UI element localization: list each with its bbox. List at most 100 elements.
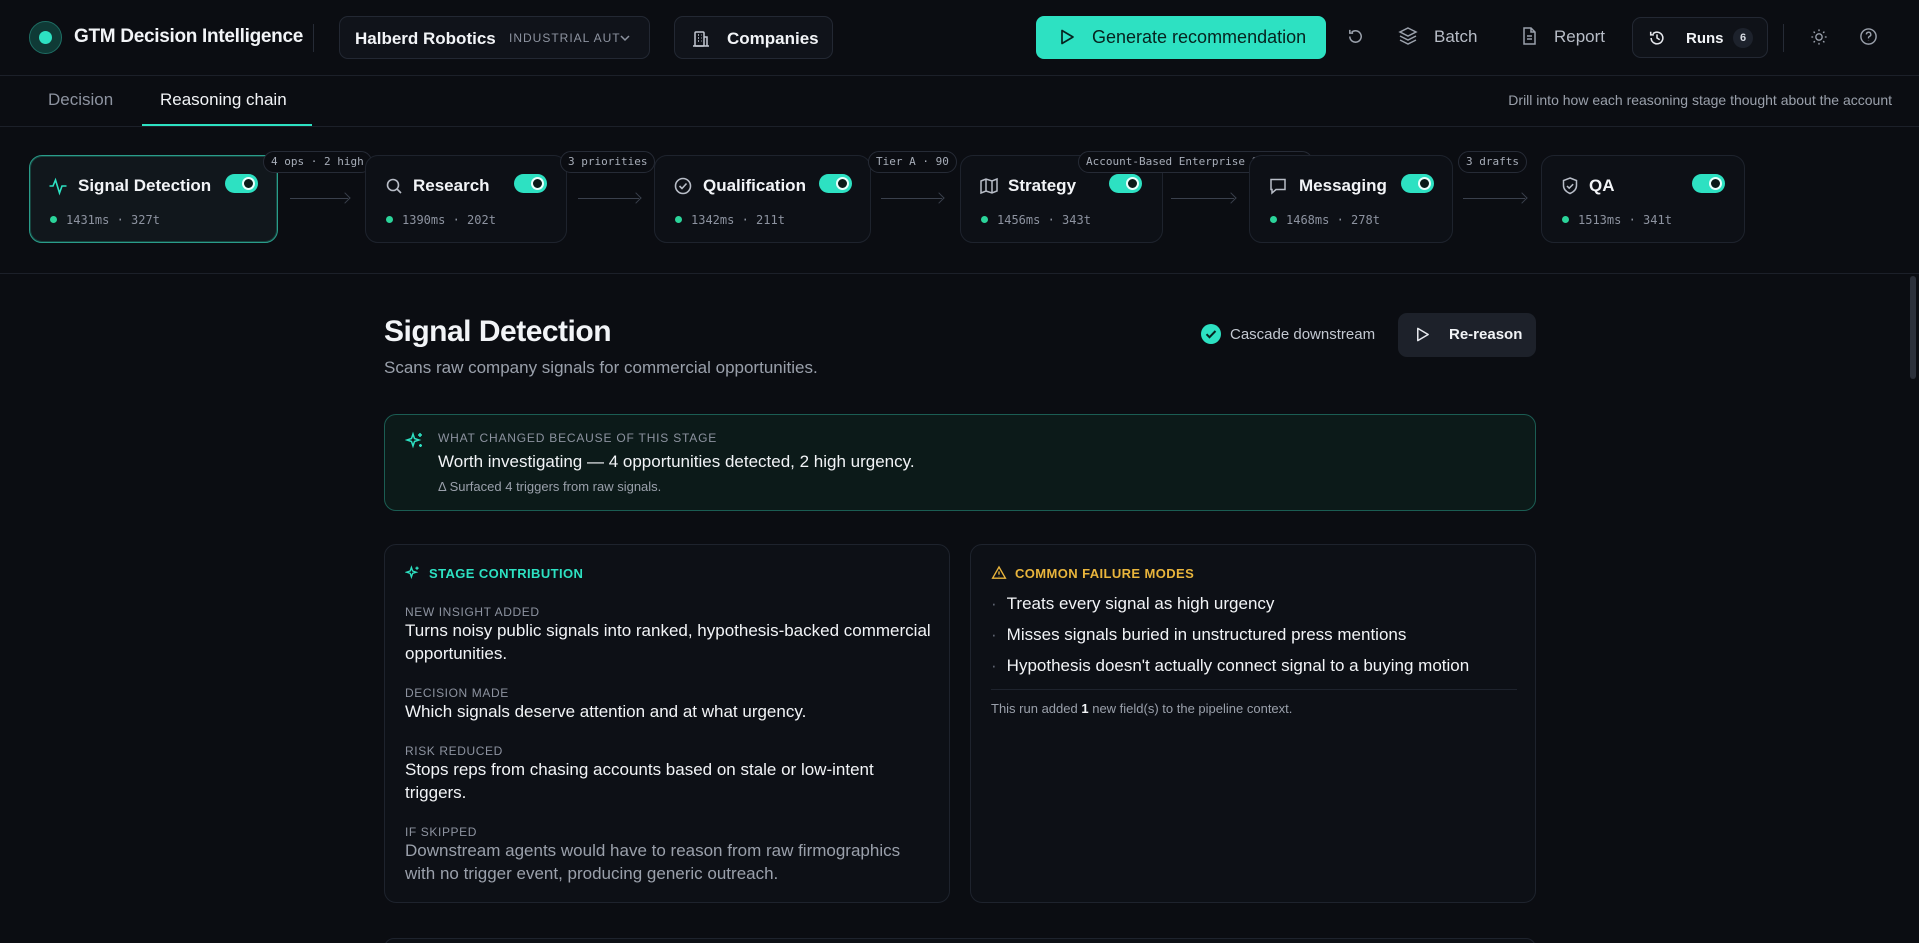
stage-qualification[interactable]: Qualification 1342ms · 211t xyxy=(654,155,871,243)
stage-name: Messaging xyxy=(1299,176,1387,195)
risk-text: Stops reps from chasing accounts based o… xyxy=(405,760,874,802)
batch-button[interactable]: Batch xyxy=(1434,27,1477,47)
stage-qa[interactable]: QA 1513ms · 341t xyxy=(1541,155,1745,243)
what-changed-panel: WHAT CHANGED BECAUSE OF THIS STAGE Worth… xyxy=(384,414,1536,511)
stage-meta: 1390ms · 202t xyxy=(386,213,496,227)
divider xyxy=(313,24,314,52)
sparkles-icon xyxy=(405,431,425,451)
stage-detail-title: Signal Detection xyxy=(384,315,612,348)
stage-toggle[interactable] xyxy=(1109,174,1142,193)
divider xyxy=(1783,24,1784,52)
risk-label: RISK REDUCED xyxy=(405,744,503,758)
runs-label: Runs xyxy=(1686,30,1724,47)
stage-meta: 1513ms · 341t xyxy=(1562,213,1672,227)
company-select[interactable]: Halberd Robotics INDUSTRIAL AUTOMATION xyxy=(339,16,650,59)
runs-count-badge: 6 xyxy=(1733,28,1753,48)
generate-recommendation-button[interactable]: Generate recommendation xyxy=(1036,16,1326,59)
generate-label: Generate recommendation xyxy=(1092,27,1307,47)
stage-meta: 1431ms · 327t xyxy=(50,213,160,227)
stage-meta: 1468ms · 278t xyxy=(1270,213,1380,227)
stage-connector xyxy=(290,198,348,199)
app-logo xyxy=(29,21,62,54)
help-icon[interactable] xyxy=(1859,27,1878,46)
skipped-label: IF SKIPPED xyxy=(405,825,478,839)
failure-modes-card: COMMON FAILURE MODES · Treats every signa… xyxy=(970,544,1536,903)
re-reason-button[interactable]: Re-reason xyxy=(1398,313,1536,357)
changed-headline: Worth investigating — 4 opportunities de… xyxy=(438,452,915,471)
tab-reasoning-chain[interactable]: Reasoning chain xyxy=(160,90,287,110)
document-icon[interactable] xyxy=(1519,26,1539,46)
context-added-note: This run added 1 new field(s) to the pip… xyxy=(991,701,1293,716)
check-icon xyxy=(1201,324,1221,344)
re-reason-label: Re-reason xyxy=(1449,326,1523,343)
stage-connector xyxy=(578,198,639,199)
connector-label: 3 drafts xyxy=(1458,151,1527,173)
stage-name: Signal Detection xyxy=(78,176,212,195)
view-tabs: Decision Reasoning chain Drill into how … xyxy=(0,76,1919,127)
shield-check-icon xyxy=(1560,176,1580,196)
stage-meta: 1342ms · 211t xyxy=(675,213,785,227)
failure-item: · Misses signals buried in unstructured p… xyxy=(991,625,1407,644)
check-circle-icon xyxy=(673,176,693,196)
decision-label: DECISION MADE xyxy=(405,686,509,700)
company-name: Halberd Robotics xyxy=(355,29,496,48)
stage-messaging[interactable]: Messaging 1468ms · 278t xyxy=(1249,155,1453,243)
layers-icon[interactable] xyxy=(1398,26,1418,46)
next-card xyxy=(384,938,1536,943)
report-button[interactable]: Report xyxy=(1554,27,1605,47)
stage-contribution-card: STAGE CONTRIBUTION NEW INSIGHT ADDED Tur… xyxy=(384,544,950,903)
connector-label: 4 ops · 2 high xyxy=(263,151,372,173)
reasoning-pipeline: Signal Detection 1431ms · 327t 4 ops · 2… xyxy=(0,127,1919,274)
companies-label: Companies xyxy=(727,29,819,48)
skipped-text: Downstream agents would have to reason f… xyxy=(405,841,901,883)
stage-connector xyxy=(881,198,942,199)
changed-delta: Δ Surfaced 4 triggers from raw signals. xyxy=(438,479,662,494)
stage-name: QA xyxy=(1589,176,1615,195)
reset-icon[interactable] xyxy=(1346,27,1365,46)
runs-button[interactable]: Runs 6 xyxy=(1632,17,1768,58)
company-industry: INDUSTRIAL AUTOMATION xyxy=(509,31,621,45)
changed-kicker: WHAT CHANGED BECAUSE OF THIS STAGE xyxy=(438,431,718,445)
stage-detail-subtitle: Scans raw company signals for commercial… xyxy=(384,358,818,377)
insight-text: Turns noisy public signals into ranked, … xyxy=(405,621,931,663)
map-icon xyxy=(979,176,999,196)
stage-connector xyxy=(1463,198,1525,199)
play-icon xyxy=(1058,28,1076,46)
stage-toggle[interactable] xyxy=(225,174,258,193)
building-icon xyxy=(691,29,711,49)
cascade-label: Cascade downstream xyxy=(1230,326,1376,343)
failure-item: · Hypothesis doesn't actually connect sig… xyxy=(991,656,1470,675)
history-icon xyxy=(1648,29,1666,47)
stage-toggle[interactable] xyxy=(1401,174,1434,193)
insight-label: NEW INSIGHT ADDED xyxy=(405,605,540,619)
app-title: GTM Decision Intelligence xyxy=(74,26,303,47)
stage-toggle[interactable] xyxy=(1692,174,1725,193)
message-icon xyxy=(1268,176,1288,196)
tab-decision[interactable]: Decision xyxy=(48,90,113,110)
tabs-hint: Drill into how each reasoning stage thou… xyxy=(1508,92,1892,108)
stage-name: Qualification xyxy=(703,176,806,195)
top-bar: GTM Decision Intelligence Halberd Roboti… xyxy=(0,0,1919,76)
stage-meta: 1456ms · 343t xyxy=(981,213,1091,227)
active-tab-indicator xyxy=(142,124,312,126)
stage-signal-detection[interactable]: Signal Detection 1431ms · 327t xyxy=(29,155,278,243)
search-icon xyxy=(384,176,404,196)
failure-item: · Treats every signal as high urgency xyxy=(991,594,1275,613)
stage-toggle[interactable] xyxy=(819,174,852,193)
activity-icon xyxy=(48,176,68,196)
stage-connector xyxy=(1171,198,1234,199)
stage-research[interactable]: Research 1390ms · 202t xyxy=(365,155,567,243)
sparkles-icon xyxy=(405,565,421,581)
connector-label: Tier A · 90 xyxy=(868,151,957,173)
stage-name: Strategy xyxy=(1008,176,1077,195)
stage-toggle[interactable] xyxy=(514,174,547,193)
decision-text: Which signals deserve attention and at w… xyxy=(405,702,807,721)
scrollbar[interactable] xyxy=(1910,276,1916,379)
companies-button[interactable]: Companies xyxy=(674,16,833,59)
divider xyxy=(991,689,1517,690)
sun-icon[interactable] xyxy=(1810,28,1828,46)
stage-name: Research xyxy=(413,176,490,195)
play-icon xyxy=(1414,326,1431,343)
chevron-down-icon xyxy=(619,32,631,44)
warning-icon xyxy=(991,565,1007,581)
